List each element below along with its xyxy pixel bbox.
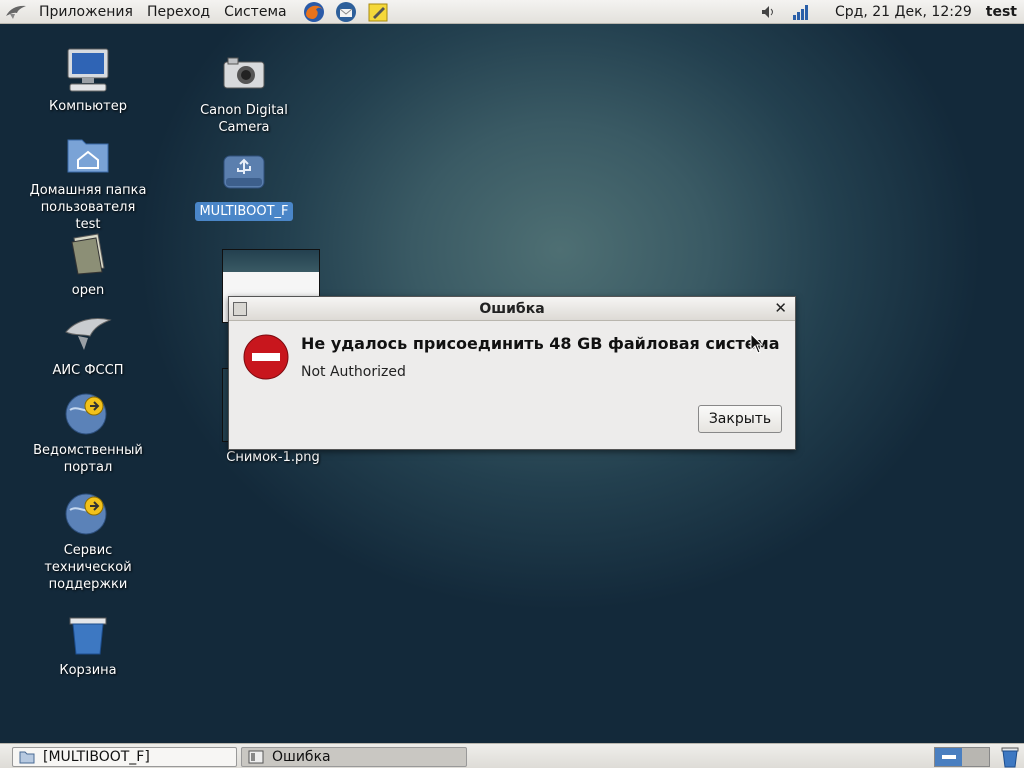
desktop-icon-snapshot[interactable]: Снимок-1.png	[213, 449, 333, 466]
trash-icon[interactable]	[998, 746, 1022, 768]
desktop-icon-label: Домашняя папка пользователя test	[29, 183, 147, 232]
desktop-icon-label: open	[71, 283, 105, 298]
thumbnail-header	[223, 250, 319, 272]
desktop-icon-open[interactable]: open	[29, 230, 147, 299]
panel-tray: Срд, 21 Дек, 12:29 test	[753, 0, 1024, 24]
dialog-title: Ошибка	[479, 300, 545, 317]
top-panel: Приложения Переход Система Срд, 21 Дек, …	[0, 0, 1024, 24]
desktop-icon-label: Ведомственный портал	[33, 443, 143, 475]
close-icon[interactable]: ✕	[774, 299, 787, 317]
usb-drive-icon	[220, 150, 268, 198]
bottom-panel: [MULTIBOOT_F] Ошибка	[0, 743, 1024, 768]
notes-icon[interactable]	[366, 0, 390, 24]
desktop-icon-computer[interactable]: Компьютер	[29, 46, 147, 115]
folder-icon	[19, 751, 35, 764]
taskbar-item-label: [MULTIBOOT_F]	[43, 749, 150, 765]
desktop-icon-label: Компьютер	[49, 99, 127, 114]
clock[interactable]: Срд, 21 Дек, 12:29	[835, 4, 972, 20]
menu-applications[interactable]: Приложения	[32, 0, 140, 24]
home-folder-icon	[64, 130, 112, 178]
desktop-icon-label: MULTIBOOT_F	[195, 202, 293, 221]
globe-link-icon	[64, 390, 112, 438]
desktop-icon-label: Canon Digital Camera	[200, 103, 288, 135]
trash-icon	[64, 610, 112, 658]
error-dialog: Ошибка ✕ Не удалось присоединить 48 GB ф…	[228, 296, 796, 450]
dialog-titlebar[interactable]: Ошибка ✕	[229, 297, 795, 321]
globe-link-icon	[64, 490, 112, 538]
network-signal-icon[interactable]	[789, 0, 813, 24]
taskbar-item-label: Ошибка	[272, 749, 331, 765]
volume-icon[interactable]	[757, 0, 781, 24]
desktop-icon-camera[interactable]: Canon Digital Camera	[185, 50, 303, 136]
desktop-icon-home-folder[interactable]: Домашняя папка пользователя test	[29, 130, 147, 233]
desktop-icon-label: Корзина	[59, 663, 117, 678]
dialog-heading: Не удалось присоединить 48 GB файловая с…	[301, 334, 780, 353]
thunderbird-icon[interactable]	[334, 0, 358, 24]
desktop-icon-trash[interactable]: Корзина	[29, 610, 147, 679]
workspace-switcher	[934, 747, 990, 767]
desktop-icon-support[interactable]: Сервис технической поддержки	[29, 490, 147, 593]
desktop-icon-label: Сервис технической поддержки	[44, 543, 132, 592]
desktop-icon-multiboot[interactable]: MULTIBOOT_F	[185, 150, 303, 221]
window-icon	[248, 750, 264, 764]
dialog-message: Not Authorized	[301, 364, 406, 380]
workspace-window-mark	[941, 755, 956, 759]
desktop-icon-portal[interactable]: Ведомственный портал	[29, 390, 147, 476]
eagle-icon	[64, 310, 112, 358]
computer-icon	[64, 46, 112, 94]
open-files-icon	[64, 230, 112, 278]
camera-icon	[220, 50, 268, 98]
workspace-1[interactable]	[935, 748, 962, 766]
mouse-cursor-icon	[750, 332, 764, 355]
taskbar-item-error[interactable]: Ошибка	[241, 747, 467, 767]
desktop-icon-label: АИС ФССП	[52, 363, 124, 378]
desktop-icon-label: Снимок-1.png	[226, 450, 320, 465]
close-button[interactable]: Закрыть	[698, 405, 782, 433]
window-menu-icon[interactable]	[233, 302, 247, 316]
user-name[interactable]: test	[986, 4, 1017, 20]
menu-system[interactable]: Система	[217, 0, 293, 24]
firefox-icon[interactable]	[302, 0, 326, 24]
error-icon	[243, 334, 289, 380]
desktop-icon-ais-fssp[interactable]: АИС ФССП	[29, 310, 147, 379]
gnome-foot-icon[interactable]	[4, 0, 28, 24]
taskbar-item-multiboot[interactable]: [MULTIBOOT_F]	[12, 747, 237, 767]
workspace-2[interactable]	[962, 748, 989, 766]
menu-places[interactable]: Переход	[140, 0, 217, 24]
